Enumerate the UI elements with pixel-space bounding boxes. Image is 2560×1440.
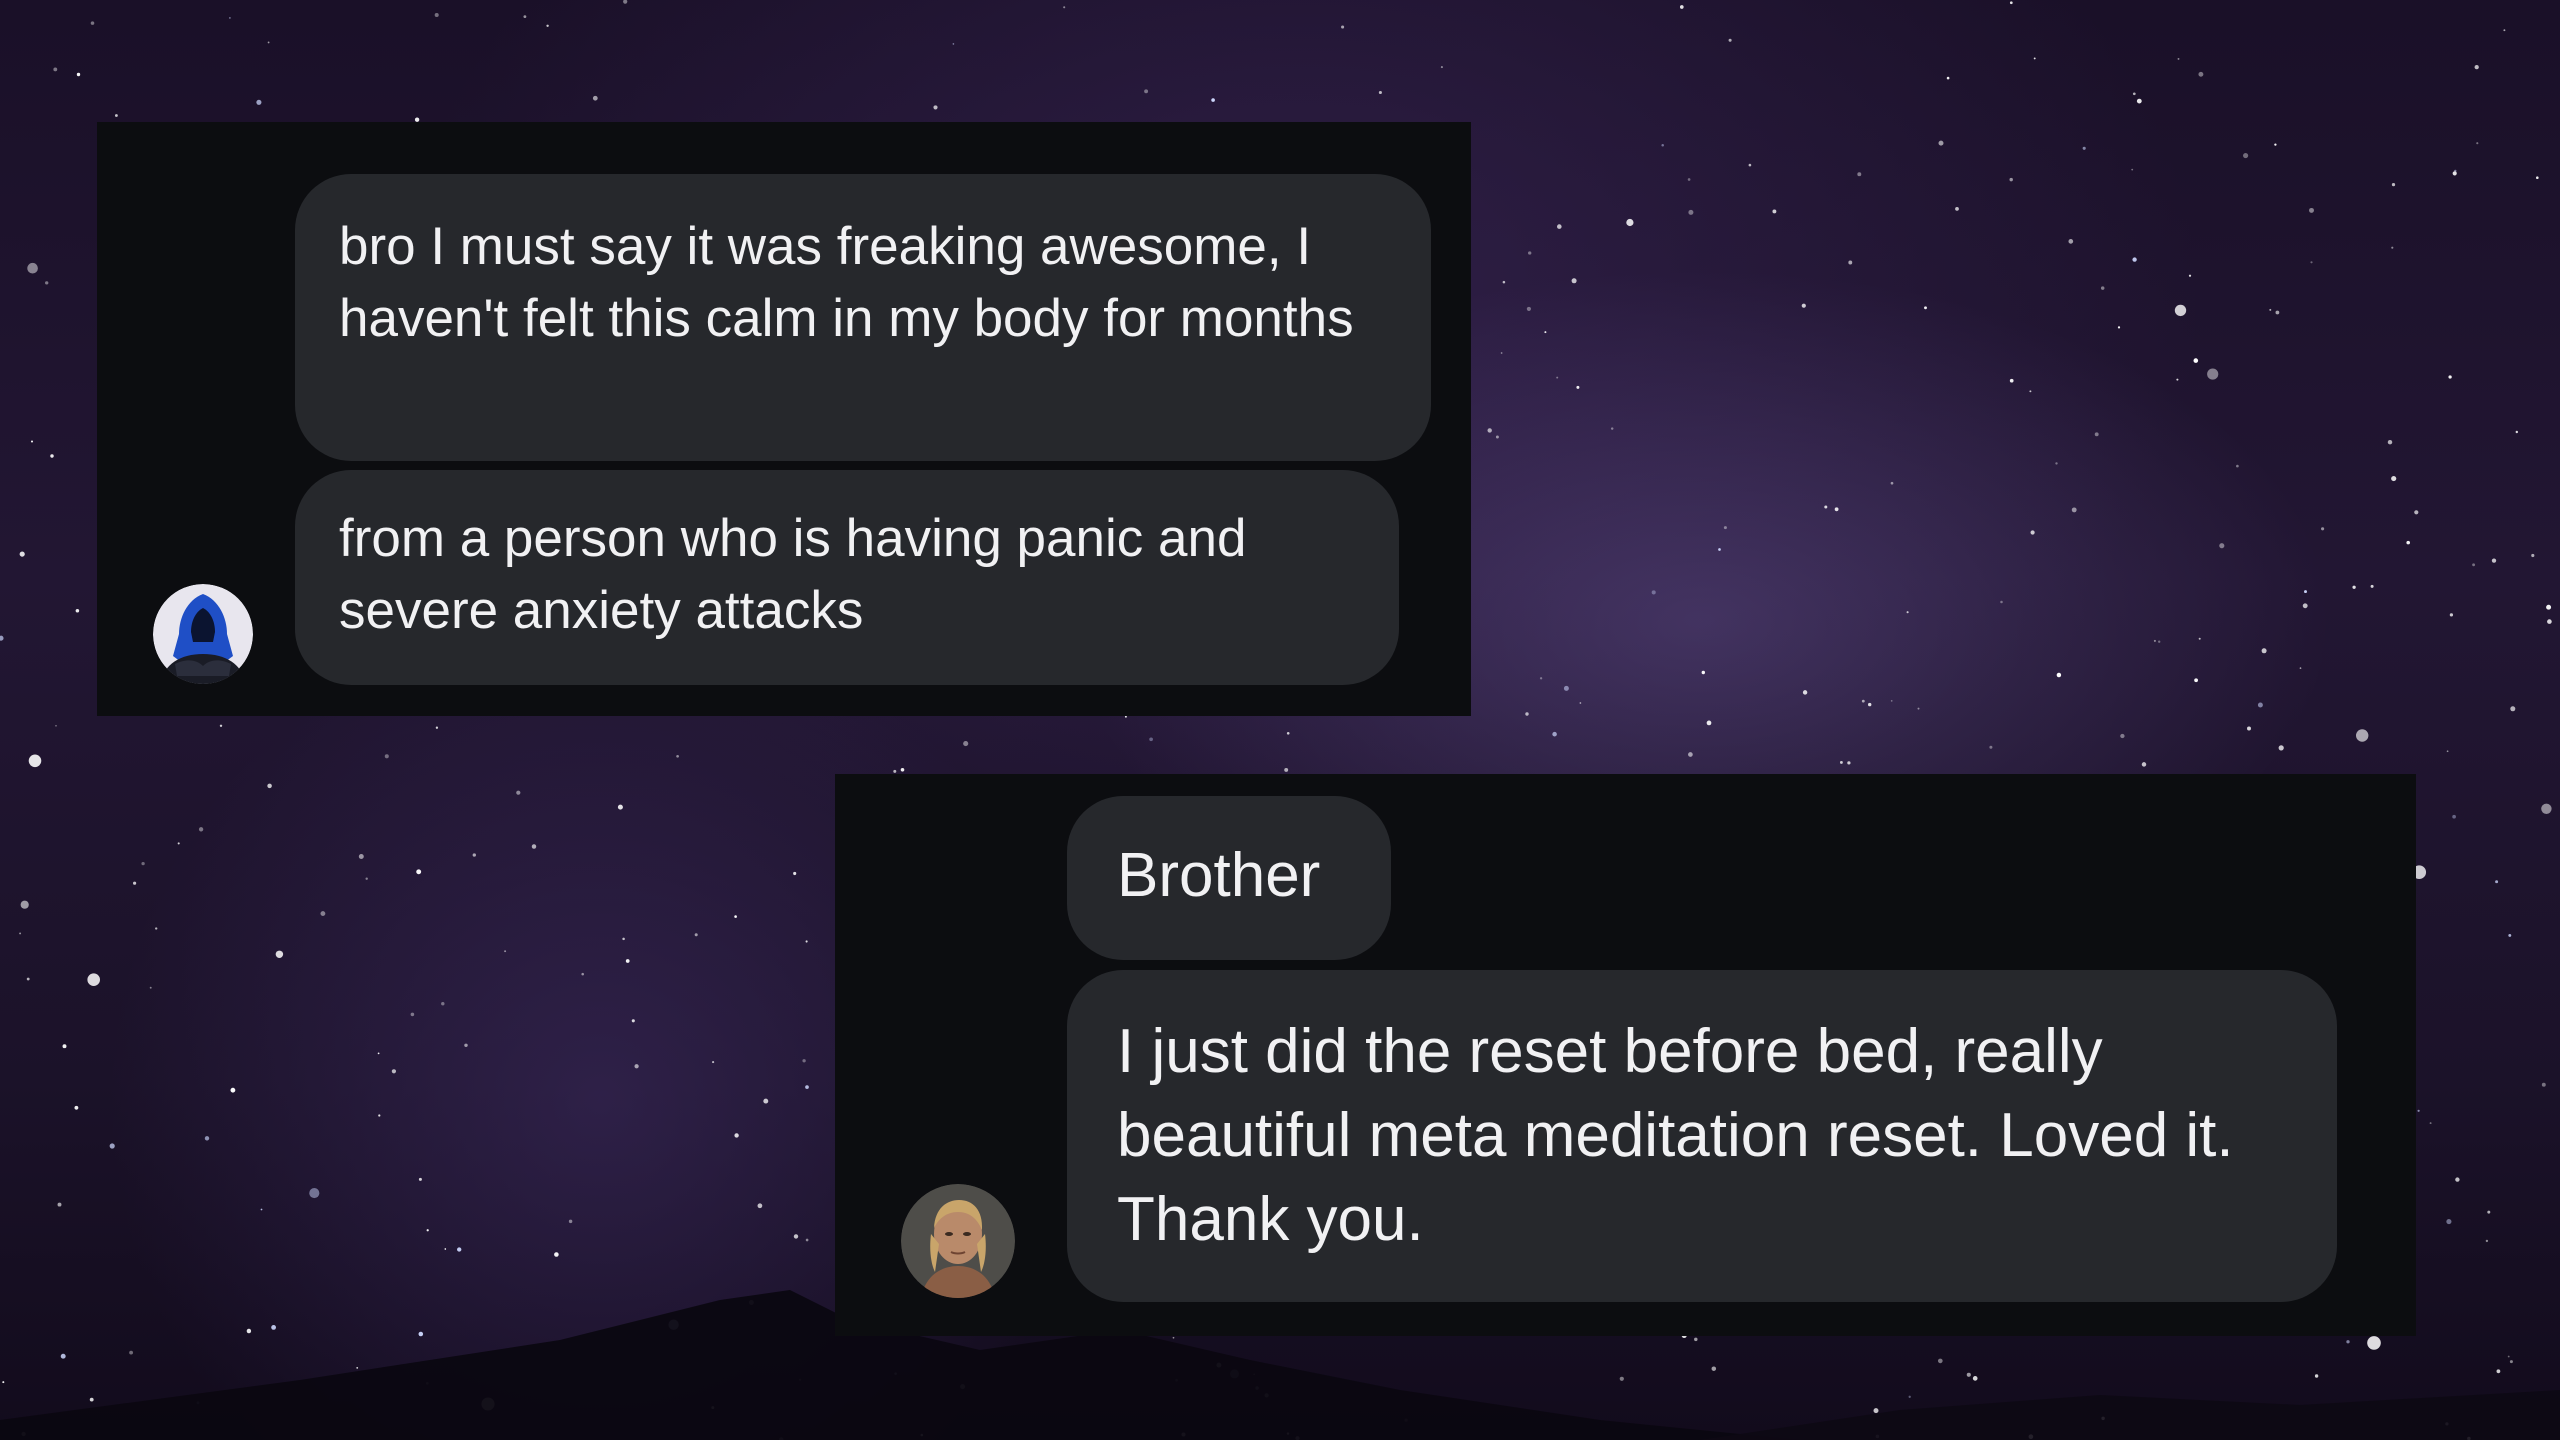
- message-text: I just did the reset before bed, really …: [1117, 1017, 2234, 1254]
- message-panel-1: bro I must say it was freaking awesome, …: [97, 122, 1471, 716]
- message-panel-2: Brother I just did the reset before bed,…: [835, 774, 2416, 1336]
- hooded-figure-avatar[interactable]: [153, 584, 253, 684]
- message-text: Brother: [1117, 841, 1321, 910]
- message-bubble: I just did the reset before bed, really …: [1067, 970, 2337, 1302]
- message-bubble: from a person who is having panic and se…: [295, 470, 1399, 685]
- message-bubble: Brother: [1067, 796, 1391, 960]
- message-text: bro I must say it was freaking awesome, …: [339, 217, 1354, 348]
- message-text: from a person who is having panic and se…: [339, 509, 1247, 640]
- person-portrait-avatar[interactable]: [901, 1184, 1015, 1298]
- message-bubble: bro I must say it was freaking awesome, …: [295, 174, 1431, 461]
